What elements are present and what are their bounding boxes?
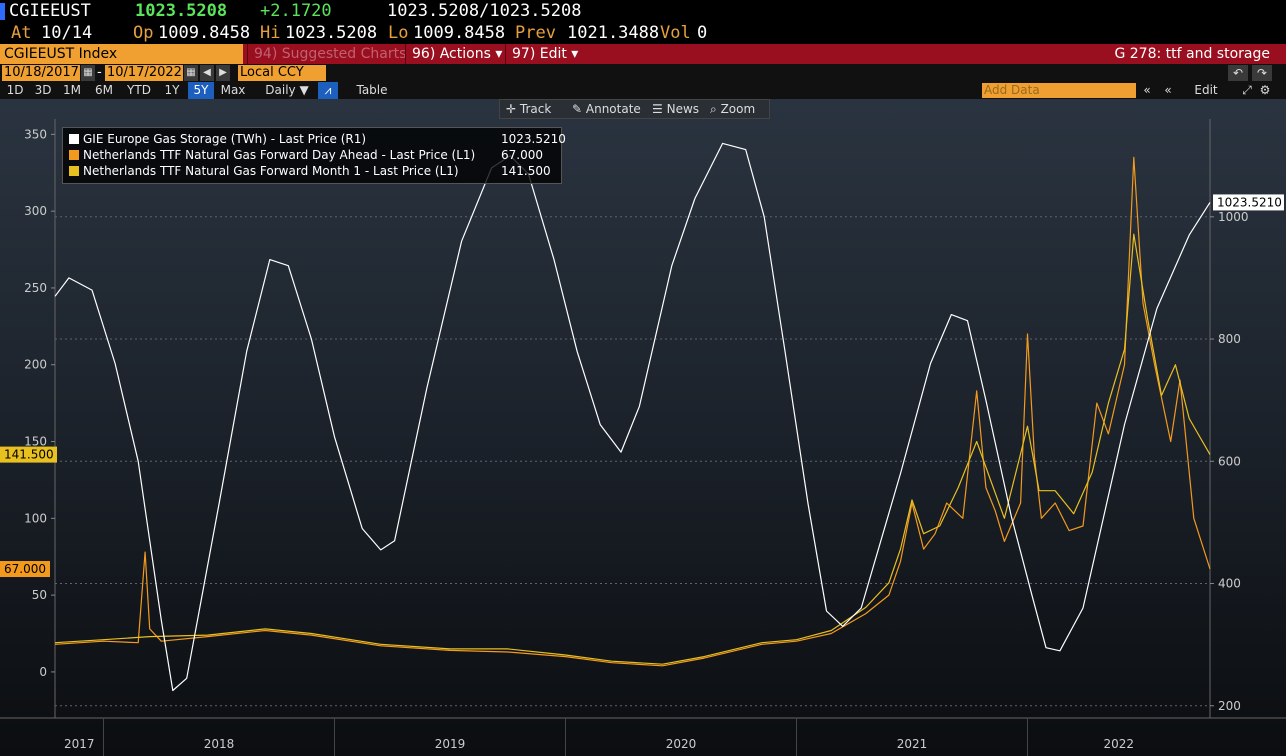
legend-swatch [69,166,79,176]
x-tick-label: 2022 [1103,737,1134,751]
legend-swatch [69,150,79,160]
legend-value: 67.000 [501,148,543,162]
last-tag-storage: 1023.5210 [1217,195,1282,209]
x-tick-label: 2021 [897,737,928,751]
series-line-2 [54,233,1211,665]
right-tick-label: 200 [1218,699,1241,713]
left-tick-label: 0 [39,665,47,679]
left-tick-label: 50 [32,588,47,602]
legend-item-day-ahead[interactable]: Netherlands TTF Natural Gas Forward Day … [69,147,543,163]
legend-value: 141.500 [501,164,551,178]
right-tick-label: 600 [1218,454,1241,468]
track-button[interactable]: ✛ Track [506,100,551,118]
last-tag-month1: 141.500 [4,448,54,462]
chart-toolbar: ✛ Track ✎ Annotate ☰ News ⌕ Zoom [499,99,770,119]
news-icon: ☰ [652,102,663,116]
legend-value: 1023.5210 [501,132,566,146]
right-tick-label: 400 [1218,577,1241,591]
series-line-0 [54,142,1211,692]
x-tick-label: 2020 [666,737,697,751]
legend-swatch [69,134,79,144]
pencil-icon: ✎ [572,102,583,116]
series-line-1 [54,156,1211,667]
left-tick-label: 300 [24,204,47,218]
chart-legend[interactable]: GIE Europe Gas Storage (TWh) - Last Pric… [62,127,566,184]
x-tick-label: 2019 [435,737,466,751]
last-tag-day-ahead: 67.000 [4,562,46,576]
magnifier-icon: ⌕ [710,102,717,116]
left-tick-label: 200 [24,358,47,372]
annotate-button[interactable]: ✎ Annotate [572,100,641,118]
zoom-button[interactable]: ⌕ Zoom [710,100,755,118]
legend-item-month1[interactable]: Netherlands TTF Natural Gas Forward Mont… [69,163,551,179]
legend-item-storage[interactable]: GIE Europe Gas Storage (TWh) - Last Pric… [69,131,566,147]
left-tick-label: 150 [24,435,47,449]
left-tick-label: 100 [24,511,47,525]
left-tick-label: 350 [24,127,47,141]
right-tick-label: 1000 [1218,210,1249,224]
x-tick-label: 2017 [64,737,95,751]
x-tick-label: 2018 [204,737,235,751]
news-button[interactable]: ☰ News [652,100,699,118]
right-tick-label: 800 [1218,332,1241,346]
left-tick-label: 250 [24,281,47,295]
crosshair-icon: ✛ [506,102,517,116]
